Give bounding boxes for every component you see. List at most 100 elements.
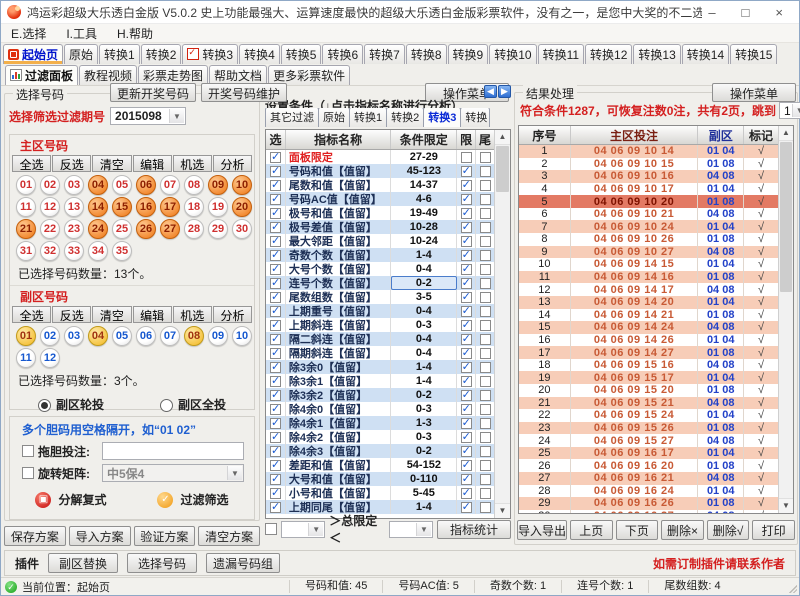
indicator-row-18[interactable]: 除3余2【值留】0-2 xyxy=(266,388,494,402)
result-row-30[interactable]: 3004 06 09 16 2704 08√ xyxy=(519,510,778,513)
limit-checkbox[interactable] xyxy=(461,334,472,345)
indicator-name[interactable]: 奇数个数【值留】 xyxy=(286,248,392,262)
indicator-name[interactable]: 连号个数【值留】 xyxy=(286,276,392,290)
main-zone-tool-2[interactable]: 清空 xyxy=(92,155,131,172)
indicator-condition[interactable]: 1-3 xyxy=(391,416,457,430)
result-row-28[interactable]: 2804 06 09 16 2401 04√ xyxy=(519,485,778,498)
result-row-6[interactable]: 604 06 09 10 2104 08√ xyxy=(519,208,778,221)
sub-zone-ball-01[interactable]: 01 xyxy=(16,326,36,346)
tail-checkbox[interactable] xyxy=(480,208,491,219)
main-zone-ball-09[interactable]: 09 xyxy=(208,175,228,195)
limit-checkbox[interactable] xyxy=(461,152,472,163)
sub-zone-tool-5[interactable]: 分析 xyxy=(213,306,252,323)
indicator-row-14[interactable]: 隔二斜连【值留】0-4 xyxy=(266,332,494,346)
tail-checkbox[interactable] xyxy=(480,376,491,387)
sub-zone-ball-05[interactable]: 05 xyxy=(112,326,132,346)
sub-zone-ball-06[interactable]: 06 xyxy=(136,326,156,346)
result-row-5[interactable]: 504 06 09 10 2001 08√ xyxy=(519,195,778,208)
limit-checkbox[interactable] xyxy=(461,292,472,303)
filter-action[interactable]: ✓ 过滤筛选 xyxy=(157,491,228,508)
filter-tab-0[interactable]: 其它过滤 xyxy=(265,108,319,127)
tail-checkbox[interactable] xyxy=(480,166,491,177)
indicator-name[interactable]: 除4余3【值留】 xyxy=(286,444,392,458)
limit-checkbox[interactable] xyxy=(461,446,472,457)
indicator-condition[interactable]: 0-3 xyxy=(391,318,457,332)
indicator-select-checkbox[interactable] xyxy=(270,208,281,219)
main-zone-ball-19[interactable]: 19 xyxy=(208,197,228,217)
result-row-24[interactable]: 2404 06 09 15 2704 08√ xyxy=(519,434,778,447)
main-zone-ball-22[interactable]: 22 xyxy=(40,219,60,239)
result-button-2[interactable]: 下页 xyxy=(616,520,659,540)
limit-checkbox[interactable] xyxy=(461,376,472,387)
indicator-select-checkbox[interactable] xyxy=(270,292,281,303)
menu-select[interactable]: E.选择 xyxy=(11,25,46,42)
indicator-select-checkbox[interactable] xyxy=(270,250,281,261)
result-row-7[interactable]: 704 06 09 10 2401 04√ xyxy=(519,220,778,233)
result-row-10[interactable]: 1004 06 09 14 1501 04√ xyxy=(519,258,778,271)
scroll-up-icon[interactable]: ▲ xyxy=(779,126,793,141)
tail-checkbox[interactable] xyxy=(480,474,491,485)
indicator-row-8[interactable]: 奇数个数【值留】1-4 xyxy=(266,248,494,262)
result-row-1[interactable]: 104 06 09 10 1401 04√ xyxy=(519,145,778,158)
result-row-14[interactable]: 1404 06 09 14 2101 08√ xyxy=(519,309,778,322)
total-limit-checkbox[interactable] xyxy=(265,523,277,535)
indicator-scrollbar[interactable]: ▲ ▼ xyxy=(494,130,510,518)
indicator-name[interactable]: 隔二斜连【值留】 xyxy=(286,332,392,346)
result-row-29[interactable]: 2904 06 09 16 2601 08√ xyxy=(519,497,778,510)
indicator-condition[interactable]: 10-28 xyxy=(391,220,457,234)
tail-checkbox[interactable] xyxy=(480,250,491,261)
indicator-select-checkbox[interactable] xyxy=(270,474,281,485)
result-row-19[interactable]: 1904 06 09 15 1701 04√ xyxy=(519,371,778,384)
sub-zone-tool-0[interactable]: 全选 xyxy=(12,306,51,323)
indicator-row-22[interactable]: 除4余3【值留】0-2 xyxy=(266,444,494,458)
indicator-name[interactable]: 号码AC值【值留】 xyxy=(286,192,392,206)
indicator-condition[interactable]: 19-49 xyxy=(391,206,457,220)
indicator-row-4[interactable]: 号码AC值【值留】4-6 xyxy=(266,192,494,206)
main-zone-ball-11[interactable]: 11 xyxy=(16,197,36,217)
indicator-select-checkbox[interactable] xyxy=(270,222,281,233)
scroll-up-icon[interactable]: ▲ xyxy=(495,130,510,145)
main-zone-ball-14[interactable]: 14 xyxy=(88,197,108,217)
indicator-row-25[interactable]: 小号和值【值留】5-45 xyxy=(266,486,494,500)
indicator-condition[interactable]: 0-110 xyxy=(391,472,457,486)
limit-checkbox[interactable] xyxy=(461,488,472,499)
indicator-select-checkbox[interactable] xyxy=(270,152,281,163)
limit-checkbox[interactable] xyxy=(461,432,472,443)
indicator-condition[interactable]: 0-4 xyxy=(391,332,457,346)
indicator-condition[interactable]: 0-2 xyxy=(391,276,457,290)
indicator-row-1[interactable]: 面板限定27-29 xyxy=(266,150,494,164)
tail-checkbox[interactable] xyxy=(480,194,491,205)
indicator-row-13[interactable]: 上期斜连【值留】0-3 xyxy=(266,318,494,332)
main-tab-9[interactable]: 转换8 xyxy=(406,44,447,64)
indicator-select-checkbox[interactable] xyxy=(270,432,281,443)
main-zone-ball-07[interactable]: 07 xyxy=(160,175,180,195)
result-menu-button[interactable]: 操作菜单 xyxy=(712,83,796,102)
plugin-button-0[interactable]: 副区替换 xyxy=(48,553,118,573)
resize-grip[interactable] xyxy=(788,584,797,593)
limit-checkbox[interactable] xyxy=(461,264,472,275)
filter-tab-2[interactable]: 转换1 xyxy=(349,108,387,127)
indicator-row-20[interactable]: 除4余1【值留】1-3 xyxy=(266,416,494,430)
indicator-row-6[interactable]: 极号差值【值留】10-28 xyxy=(266,220,494,234)
indicator-row-12[interactable]: 上期重号【值留】0-4 xyxy=(266,304,494,318)
main-tab-14[interactable]: 转换13 xyxy=(633,44,680,64)
plugin-button-1[interactable]: 选择号码 xyxy=(127,553,197,573)
tail-checkbox[interactable] xyxy=(480,446,491,457)
main-zone-ball-06[interactable]: 06 xyxy=(136,175,156,195)
main-tab-10[interactable]: 转换9 xyxy=(448,44,489,64)
limit-checkbox[interactable] xyxy=(461,460,472,471)
sub-zone-ball-10[interactable]: 10 xyxy=(232,326,252,346)
tail-checkbox[interactable] xyxy=(480,488,491,499)
indicator-name[interactable]: 除4余1【值留】 xyxy=(286,416,392,430)
main-zone-ball-17[interactable]: 17 xyxy=(160,197,180,217)
sub-tab-0[interactable]: 过滤面板 xyxy=(5,65,78,85)
sub-zone-ball-12[interactable]: 12 xyxy=(40,348,60,368)
indicator-row-23[interactable]: 差距和值【值留】54-152 xyxy=(266,458,494,472)
main-tab-4[interactable]: 转换3 xyxy=(182,44,238,64)
indicator-name[interactable]: 小号和值【值留】 xyxy=(286,486,392,500)
indicator-select-checkbox[interactable] xyxy=(270,502,281,513)
sub-zone-ball-09[interactable]: 09 xyxy=(208,326,228,346)
limit-checkbox[interactable] xyxy=(461,404,472,415)
indicator-condition[interactable]: 5-45 xyxy=(391,486,457,500)
tail-checkbox[interactable] xyxy=(480,502,491,513)
